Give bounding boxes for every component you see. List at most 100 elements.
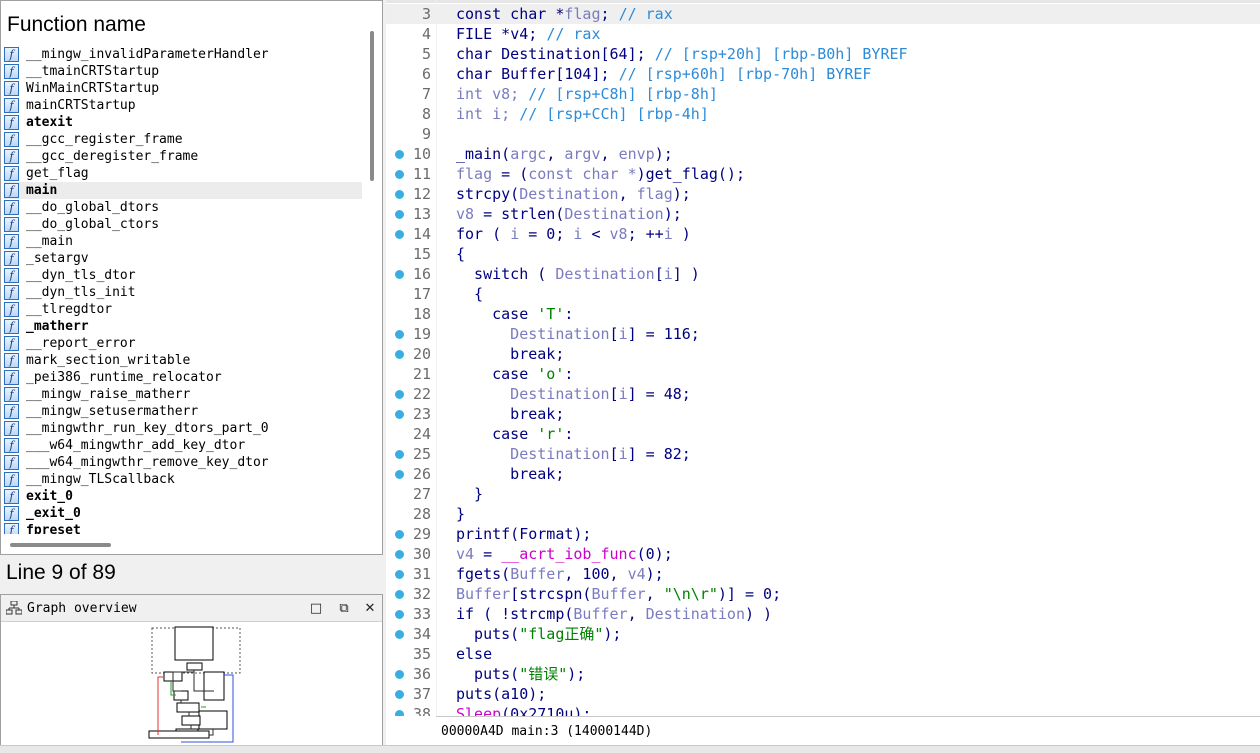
- code-line[interactable]: 33 if ( !strcmp(Buffer, Destination) ): [386, 604, 1260, 624]
- restore-icon[interactable]: ⧉: [336, 600, 352, 616]
- code-line[interactable]: 22 Destination[i] = 48;: [386, 384, 1260, 404]
- bottom-scrollbar[interactable]: [0, 745, 1260, 753]
- code-line[interactable]: 12 strcpy(Destination, flag);: [386, 184, 1260, 204]
- function-list-item[interactable]: f _setargv: [4, 250, 362, 267]
- breakpoint-dot-icon[interactable]: [395, 190, 404, 199]
- function-name: __tlregdtor: [26, 302, 113, 317]
- function-list-item[interactable]: f get_flag: [4, 165, 362, 182]
- function-list-item[interactable]: f __mingw_raise_matherr: [4, 386, 362, 403]
- function-list-item[interactable]: f __tlregdtor: [4, 301, 362, 318]
- code-line[interactable]: 8 int i; // [rsp+CCh] [rbp-4h]: [386, 104, 1260, 124]
- breakpoint-dot-icon[interactable]: [395, 350, 404, 359]
- breakpoint-dot-icon[interactable]: [395, 230, 404, 239]
- code-line[interactable]: 3 const char *flag; // rax: [386, 4, 1260, 24]
- code-line[interactable]: 30 v4 = __acrt_iob_func(0);: [386, 544, 1260, 564]
- code-line[interactable]: 28}: [386, 504, 1260, 524]
- breakpoint-dot-icon[interactable]: [395, 610, 404, 619]
- breakpoint-dot-icon[interactable]: [395, 690, 404, 699]
- breakpoint-dot-icon[interactable]: [395, 450, 404, 459]
- code-line[interactable]: 18 case 'T':: [386, 304, 1260, 324]
- function-list-item[interactable]: f __mingwthr_run_key_dtors_part_0: [4, 420, 362, 437]
- code-line[interactable]: 7 int v8; // [rsp+C8h] [rbp-8h]: [386, 84, 1260, 104]
- horizontal-scrollbar[interactable]: [10, 543, 111, 547]
- code-line[interactable]: 23 break;: [386, 404, 1260, 424]
- function-list-item[interactable]: f atexit: [4, 114, 362, 131]
- function-list-item[interactable]: f __gcc_deregister_frame: [4, 148, 362, 165]
- code-line[interactable]: 17 {: [386, 284, 1260, 304]
- function-list-item[interactable]: f __tmainCRTStartup: [4, 63, 362, 80]
- code-token: // [rsp+20h] [rbp-B0h] BYREF: [654, 45, 908, 63]
- breakpoint-dot-icon[interactable]: [395, 390, 404, 399]
- breakpoint-dot-icon[interactable]: [395, 590, 404, 599]
- breakpoint-dot-icon[interactable]: [395, 210, 404, 219]
- code-line[interactable]: 14 for ( i = 0; i < v8; ++i ): [386, 224, 1260, 244]
- breakpoint-dot-icon[interactable]: [395, 550, 404, 559]
- function-list-item[interactable]: f __do_global_dtors: [4, 199, 362, 216]
- function-list[interactable]: f __mingw_invalidParameterHandler f __tmain…: [4, 46, 362, 534]
- function-list-item[interactable]: f _pei386_runtime_relocator: [4, 369, 362, 386]
- functions-column-header[interactable]: Function name: [7, 13, 146, 37]
- breakpoint-dot-icon[interactable]: [395, 570, 404, 579]
- code-line[interactable]: 34 puts("flag正确");: [386, 624, 1260, 644]
- function-list-item[interactable]: f exit_0: [4, 488, 362, 505]
- breakpoint-dot-icon[interactable]: [395, 470, 404, 479]
- function-list-item[interactable]: f __dyn_tls_dtor: [4, 267, 362, 284]
- code-line[interactable]: 38 Sleep(0x2710u);: [386, 704, 1260, 716]
- graph-overview-canvas[interactable]: [141, 625, 251, 745]
- function-list-item[interactable]: f __mingw_setusermatherr: [4, 403, 362, 420]
- code-line[interactable]: 36 puts("错误");: [386, 664, 1260, 684]
- code-line[interactable]: 27 }: [386, 484, 1260, 504]
- function-list-item[interactable]: f __main: [4, 233, 362, 250]
- function-icon: f: [4, 166, 19, 181]
- function-list-item[interactable]: f fpreset: [4, 522, 362, 534]
- breakpoint-dot-icon[interactable]: [395, 670, 404, 679]
- code-line[interactable]: 25 Destination[i] = 82;: [386, 444, 1260, 464]
- code-line[interactable]: 29 printf(Format);: [386, 524, 1260, 544]
- breakpoint-dot-icon[interactable]: [395, 410, 404, 419]
- code-line[interactable]: 37 puts(a10);: [386, 684, 1260, 704]
- function-list-item[interactable]: f _matherr: [4, 318, 362, 335]
- function-list-item[interactable]: f ___w64_mingwthr_remove_key_dtor: [4, 454, 362, 471]
- breakpoint-dot-icon[interactable]: [395, 530, 404, 539]
- code-line[interactable]: 9: [386, 124, 1260, 144]
- code-line[interactable]: 6 char Buffer[104]; // [rsp+60h] [rbp-70h…: [386, 64, 1260, 84]
- function-list-item[interactable]: f __report_error: [4, 335, 362, 352]
- code-line[interactable]: 32 Buffer[strcspn(Buffer, "\n\r")] = 0;: [386, 584, 1260, 604]
- code-line[interactable]: 20 break;: [386, 344, 1260, 364]
- code-line[interactable]: 13 v8 = strlen(Destination);: [386, 204, 1260, 224]
- code-line[interactable]: 19 Destination[i] = 116;: [386, 324, 1260, 344]
- function-list-item[interactable]: f __gcc_register_frame: [4, 131, 362, 148]
- code-line[interactable]: 31 fgets(Buffer, 100, v4);: [386, 564, 1260, 584]
- function-list-item[interactable]: f mainCRTStartup: [4, 97, 362, 114]
- code-line[interactable]: 4 FILE *v4; // rax: [386, 24, 1260, 44]
- function-list-item[interactable]: f mark_section_writable: [4, 352, 362, 369]
- breakpoint-dot-icon[interactable]: [395, 150, 404, 159]
- breakpoint-dot-icon[interactable]: [395, 330, 404, 339]
- function-list-item[interactable]: f __do_global_ctors: [4, 216, 362, 233]
- code-line[interactable]: 5 char Destination[64]; // [rsp+20h] [rbp…: [386, 44, 1260, 64]
- code-line[interactable]: 15 {: [386, 244, 1260, 264]
- breakpoint-dot-icon[interactable]: [395, 630, 404, 639]
- close-icon[interactable]: ✕: [362, 600, 378, 616]
- vertical-scrollbar[interactable]: [370, 31, 374, 181]
- code-line[interactable]: 16 switch ( Destination[i] ): [386, 264, 1260, 284]
- function-list-item[interactable]: f ___w64_mingwthr_add_key_dtor: [4, 437, 362, 454]
- code-line[interactable]: 26 break;: [386, 464, 1260, 484]
- function-list-item[interactable]: f __mingw_invalidParameterHandler: [4, 46, 362, 63]
- function-list-item[interactable]: f __mingw_TLScallback: [4, 471, 362, 488]
- breakpoint-dot-icon[interactable]: [395, 710, 404, 716]
- maximize-icon[interactable]: □: [308, 600, 324, 616]
- code-token: char Destination[64];: [456, 45, 655, 63]
- function-list-item[interactable]: f _exit_0: [4, 505, 362, 522]
- code-line[interactable]: 21 case 'o':: [386, 364, 1260, 384]
- code-line[interactable]: 35 else: [386, 644, 1260, 664]
- breakpoint-dot-icon[interactable]: [395, 170, 404, 179]
- pseudocode-view[interactable]: 3 const char *flag; // rax 4 FILE *v4; // r…: [386, 4, 1260, 716]
- code-line[interactable]: 10 _main(argc, argv, envp);: [386, 144, 1260, 164]
- code-line[interactable]: 11 flag = (const char *)get_flag();: [386, 164, 1260, 184]
- function-list-item[interactable]: f __dyn_tls_init: [4, 284, 362, 301]
- function-list-item[interactable]: f main: [4, 182, 362, 199]
- breakpoint-dot-icon[interactable]: [395, 270, 404, 279]
- code-line[interactable]: 24 case 'r':: [386, 424, 1260, 444]
- function-list-item[interactable]: f WinMainCRTStartup: [4, 80, 362, 97]
